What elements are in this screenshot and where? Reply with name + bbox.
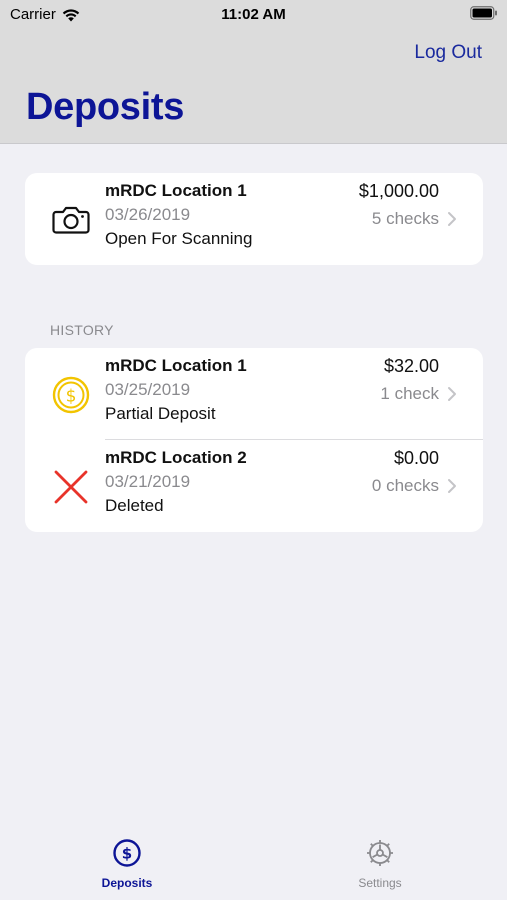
status-time: 11:02 AM	[221, 6, 286, 23]
svg-text:$: $	[66, 387, 77, 407]
deposit-check-count: 5 checks	[371, 209, 439, 228]
tab-bar: $ Deposits Settings	[0, 830, 507, 900]
status-bar: Carrier 11:02 AM	[0, 0, 507, 28]
nav-header: Carrier 11:02 AM Log Out Deposits	[0, 0, 507, 144]
deposit-date: 03/26/2019	[105, 205, 191, 224]
deposit-date: 03/25/2019	[105, 380, 191, 399]
current-deposit-row[interactable]: mRDC Location 1 03/26/2019 Open For Scan…	[25, 173, 483, 265]
dollar-circle-icon: $	[113, 839, 141, 867]
logout-button[interactable]: Log Out	[414, 42, 482, 64]
deposit-check-count: 0 checks	[371, 476, 439, 495]
deposit-location-name: mRDC Location 2	[105, 448, 247, 467]
gear-icon	[367, 840, 393, 866]
tab-deposits-label: Deposits	[101, 876, 153, 890]
deposit-amount: $32.00	[383, 356, 439, 376]
screen: Carrier 11:02 AM Log Out Deposits mRDC L…	[0, 0, 507, 900]
deposit-check-count: 1 check	[380, 384, 439, 403]
deposit-status: Deleted	[105, 496, 164, 515]
chevron-right-icon	[448, 479, 456, 493]
tab-settings[interactable]: Settings	[320, 838, 440, 890]
page-title: Deposits	[26, 86, 185, 128]
deposit-amount: $0.00	[393, 448, 439, 468]
history-card: $ mRDC Location 1 03/25/2019 Partial Dep…	[25, 348, 483, 532]
battery-icon	[470, 6, 497, 20]
deposit-location-name: mRDC Location 1	[105, 181, 247, 200]
deposit-date: 03/21/2019	[105, 472, 191, 491]
dollar-coin-icon: $	[51, 375, 91, 415]
deposit-amount: $1,000.00	[358, 181, 439, 201]
deleted-x-icon	[51, 467, 91, 507]
camera-icon	[51, 200, 91, 240]
tab-settings-label: Settings	[358, 876, 402, 890]
deposit-status: Partial Deposit	[105, 404, 216, 423]
svg-text:$: $	[122, 845, 132, 863]
chevron-right-icon	[448, 212, 456, 226]
history-row[interactable]: $ mRDC Location 1 03/25/2019 Partial Dep…	[25, 348, 483, 440]
deposit-status: Open For Scanning	[105, 229, 253, 248]
deposit-location-name: mRDC Location 1	[105, 356, 247, 375]
tab-deposits[interactable]: $ Deposits	[67, 838, 187, 890]
history-section-label: HISTORY	[50, 322, 114, 338]
chevron-right-icon	[448, 387, 456, 401]
current-deposit-card: mRDC Location 1 03/26/2019 Open For Scan…	[25, 173, 483, 265]
history-row[interactable]: mRDC Location 2 03/21/2019 Deleted $0.00…	[25, 440, 483, 532]
